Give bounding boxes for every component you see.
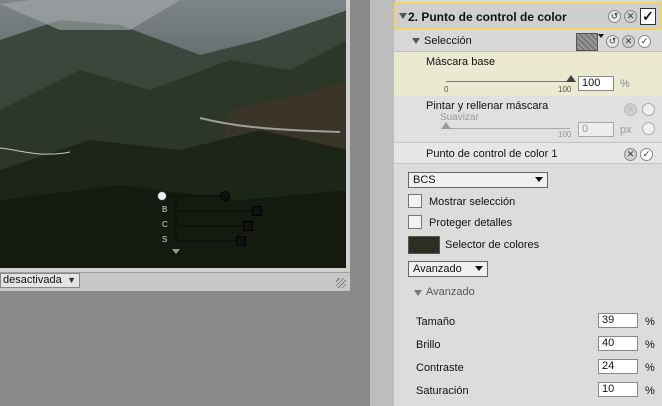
show-selection-label: Mostrar selección <box>429 196 516 208</box>
color-swatch[interactable] <box>408 236 440 254</box>
mask-menu-arrow-icon[interactable] <box>598 34 604 38</box>
saturation-unit: % <box>645 385 655 397</box>
selection-reset-icon[interactable]: ↺ <box>606 35 619 48</box>
mask-base-slider-thumb[interactable] <box>566 75 576 82</box>
mask-base-tick-max: 100 <box>558 85 572 94</box>
control-point-1-title: Punto de control de color 1 <box>426 148 558 160</box>
advanced-section-label: Avanzado <box>426 286 475 298</box>
cp-slider-stem <box>175 197 177 243</box>
mode-dropdown-value: BCS <box>413 174 436 186</box>
dropdown-arrow-icon <box>535 177 543 182</box>
mode-dropdown[interactable]: BCS <box>408 172 548 188</box>
cp-letter-c: C <box>162 220 168 229</box>
mask-base-label: Máscara base <box>426 56 496 68</box>
dropdown-arrow-icon: ▼ <box>67 275 76 285</box>
cp-radius-line <box>162 195 226 197</box>
panel-gutter <box>352 0 370 406</box>
image-canvas[interactable]: B C S <box>0 0 348 268</box>
color-picker-label: Selector de colores <box>445 239 540 251</box>
reset-icon[interactable]: ↺ <box>608 10 621 23</box>
contrast-label: Contraste <box>416 362 464 374</box>
size-label: Tamaño <box>416 316 456 328</box>
delete-icon[interactable]: ✕ <box>624 10 637 23</box>
mask-base-tick-min: 0 <box>444 85 449 94</box>
brightness-value-field[interactable]: 40 <box>598 336 638 351</box>
contrast-value-field[interactable]: 24 <box>598 359 638 374</box>
paint-mask-delete-icon[interactable]: ✕ <box>624 103 637 116</box>
paint-mask-label: Pintar y rellenar máscara <box>426 100 549 112</box>
landscape-photo <box>0 0 348 268</box>
brightness-unit: % <box>645 339 655 351</box>
cp-saturation-handle[interactable] <box>236 236 246 246</box>
page-title: 2. Punto de control de color <box>408 10 567 24</box>
protect-details-label: Proteger detalles <box>429 217 513 229</box>
selection-toggle-icon[interactable]: ✓ <box>638 35 651 48</box>
advanced-dropdown-value: Avanzado <box>413 263 462 275</box>
selection-row[interactable]: Selección ↺ ✕ ✓ <box>394 30 662 52</box>
cp-brightness-handle[interactable] <box>252 206 262 216</box>
selection-label: Selección <box>424 35 472 47</box>
control-point-panel: 2. Punto de control de color ↺ ✕ ✓ Selec… <box>370 0 662 406</box>
selection-delete-icon[interactable]: ✕ <box>622 35 635 48</box>
status-dropdown-value: desactivada <box>3 274 62 286</box>
smooth-slider[interactable] <box>446 128 570 129</box>
cp1-delete-icon[interactable]: ✕ <box>624 148 637 161</box>
size-unit: % <box>645 316 655 328</box>
resize-grip-icon[interactable] <box>336 278 346 288</box>
mask-base-slider[interactable] <box>446 81 570 82</box>
collapse-arrow-icon[interactable] <box>399 13 407 19</box>
control-point-1-body: BCS Mostrar selección Proteger detalles … <box>394 164 662 406</box>
dropdown-arrow-icon <box>475 266 483 271</box>
saturation-label: Saturación <box>416 385 469 397</box>
paint-mask-section: Pintar y rellenar máscara Suavizar 100 0… <box>394 96 662 142</box>
control-point-radius-handle[interactable] <box>220 191 230 201</box>
cp-saturation-line <box>175 240 241 242</box>
cp-letter-b: B <box>162 205 168 214</box>
protect-details-checkbox[interactable] <box>408 215 422 229</box>
control-point-1-row[interactable]: Punto de control de color 1 ✕ ✓ <box>394 142 662 164</box>
selection-collapse-icon[interactable] <box>412 38 420 44</box>
size-value-field[interactable]: 39 <box>598 313 638 328</box>
viewer-frame <box>346 0 350 272</box>
advanced-collapse-icon[interactable] <box>414 290 422 296</box>
smooth-unit: px <box>620 124 632 136</box>
advanced-dropdown[interactable]: Avanzado <box>408 261 488 277</box>
saturation-value-field[interactable]: 10 <box>598 382 638 397</box>
cp-letter-s: S <box>162 235 168 244</box>
cp-contrast-line <box>175 225 247 227</box>
cp1-toggle-icon[interactable]: ✓ <box>640 148 653 161</box>
cp-expand-arrow-icon[interactable] <box>172 249 180 254</box>
smooth-slider-thumb[interactable] <box>441 122 451 129</box>
smooth-value-field[interactable]: 0 <box>578 122 614 137</box>
smooth-tick-max: 100 <box>558 130 572 139</box>
smooth-radio[interactable] <box>642 122 655 135</box>
paint-mask-radio[interactable] <box>642 103 655 116</box>
control-point-center[interactable] <box>157 191 167 201</box>
status-dropdown[interactable]: desactivada ▼ <box>0 273 80 288</box>
mask-base-section: Máscara base 0 100 100 % <box>394 52 662 96</box>
control-point-header[interactable]: 2. Punto de control de color ↺ ✕ ✓ <box>394 2 662 30</box>
mask-preview-icon[interactable] <box>576 33 598 51</box>
cp-contrast-handle[interactable] <box>243 221 253 231</box>
contrast-unit: % <box>645 362 655 374</box>
brightness-label: Brillo <box>416 339 441 351</box>
mask-base-unit: % <box>620 78 630 90</box>
enable-checkbox[interactable]: ✓ <box>640 8 656 25</box>
cp-brightness-line <box>175 210 257 212</box>
panel-left-margin <box>370 0 395 406</box>
show-selection-checkbox[interactable] <box>408 194 422 208</box>
mask-base-value-field[interactable]: 100 <box>578 76 614 91</box>
